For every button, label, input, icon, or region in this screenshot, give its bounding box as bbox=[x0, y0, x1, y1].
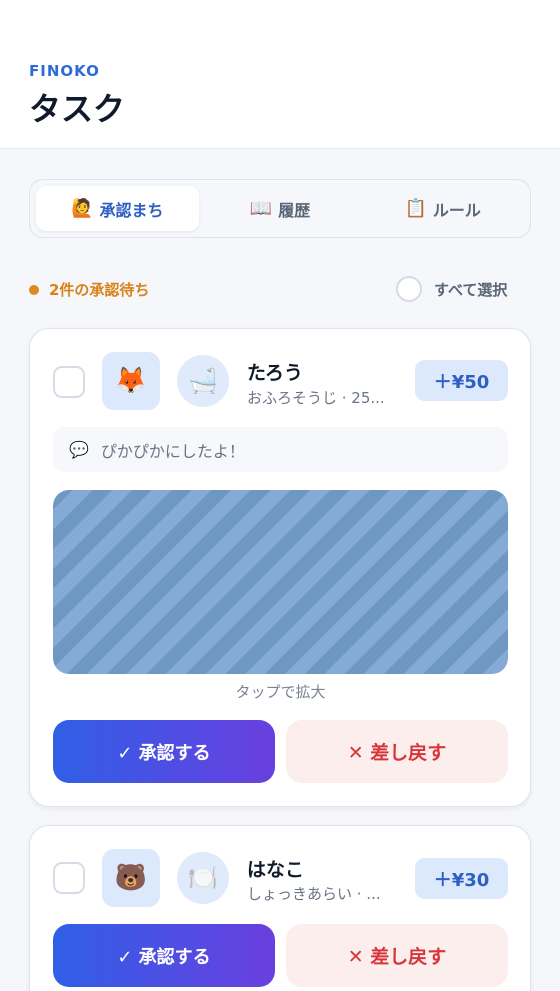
task-subtitle: しょっきあらい · ... bbox=[247, 885, 381, 903]
tab-bar: 🙋 承認まち 📖 履歴 📋 ルール bbox=[29, 179, 531, 238]
speech-bubble-icon: 💬 bbox=[69, 440, 89, 459]
select-all-toggle[interactable]: すべて選択 bbox=[396, 276, 507, 302]
pending-count: 2件の承認待ち bbox=[29, 279, 149, 300]
child-name: たろう bbox=[247, 362, 303, 384]
brand-label: FINOKO bbox=[29, 62, 100, 80]
raising-hand-icon: 🙋 bbox=[71, 198, 94, 219]
status-dot-icon bbox=[29, 284, 39, 295]
card-select-checkbox[interactable] bbox=[53, 862, 85, 894]
tab-rules[interactable]: 📋 ルール bbox=[361, 186, 524, 231]
approval-card: 🦊 🛁 たろう おふろそうじ · 25... ＋¥50 💬 ぴかぴかにしたよ！ … bbox=[29, 328, 531, 807]
photo-tap-hint: タップで拡大 bbox=[235, 683, 326, 701]
task-subtitle: おふろそうじ · 25... bbox=[247, 389, 385, 407]
approve-button[interactable]: ✓ 承認する bbox=[53, 924, 275, 987]
page-title: タスク bbox=[29, 90, 126, 128]
tab-history[interactable]: 📖 履歴 bbox=[199, 186, 362, 231]
child-name: はなこ bbox=[247, 859, 305, 881]
plate-icon: 🍽️ bbox=[177, 852, 229, 904]
tab-label: 承認まち bbox=[99, 200, 164, 220]
return-button[interactable]: ✕ 差し戻す bbox=[286, 924, 508, 987]
select-all-checkbox[interactable] bbox=[396, 276, 422, 302]
clipboard-icon: 📋 bbox=[404, 198, 427, 219]
reward-badge: ＋¥50 bbox=[415, 360, 508, 401]
child-comment: 💬 ぴかぴかにしたよ！ bbox=[53, 427, 508, 472]
tab-label: ルール bbox=[432, 200, 481, 220]
book-icon: 📖 bbox=[249, 198, 273, 219]
tab-label: 履歴 bbox=[278, 200, 311, 220]
reward-badge: ＋¥30 bbox=[415, 858, 508, 899]
comment-text: ぴかぴかにしたよ！ bbox=[100, 441, 245, 461]
tab-pending-approval[interactable]: 🙋 承認まち bbox=[36, 186, 199, 231]
bathtub-icon: 🛁 bbox=[177, 355, 229, 407]
approve-button[interactable]: ✓ 承認する bbox=[53, 720, 275, 783]
bear-avatar-icon: 🐻 bbox=[102, 849, 160, 907]
app-header: FINOKO タスク bbox=[0, 0, 560, 149]
pending-count-label: 2件の承認待ち bbox=[49, 281, 150, 299]
proof-photo[interactable] bbox=[53, 490, 508, 674]
card-select-checkbox[interactable] bbox=[53, 366, 85, 398]
select-all-label: すべて選択 bbox=[434, 280, 508, 299]
approval-card: 🐻 🍽️ はなこ しょっきあらい · ... ＋¥30 ✓ 承認する ✕ 差し戻… bbox=[29, 825, 531, 991]
return-button[interactable]: ✕ 差し戻す bbox=[286, 720, 508, 783]
fox-avatar-icon: 🦊 bbox=[102, 352, 160, 410]
